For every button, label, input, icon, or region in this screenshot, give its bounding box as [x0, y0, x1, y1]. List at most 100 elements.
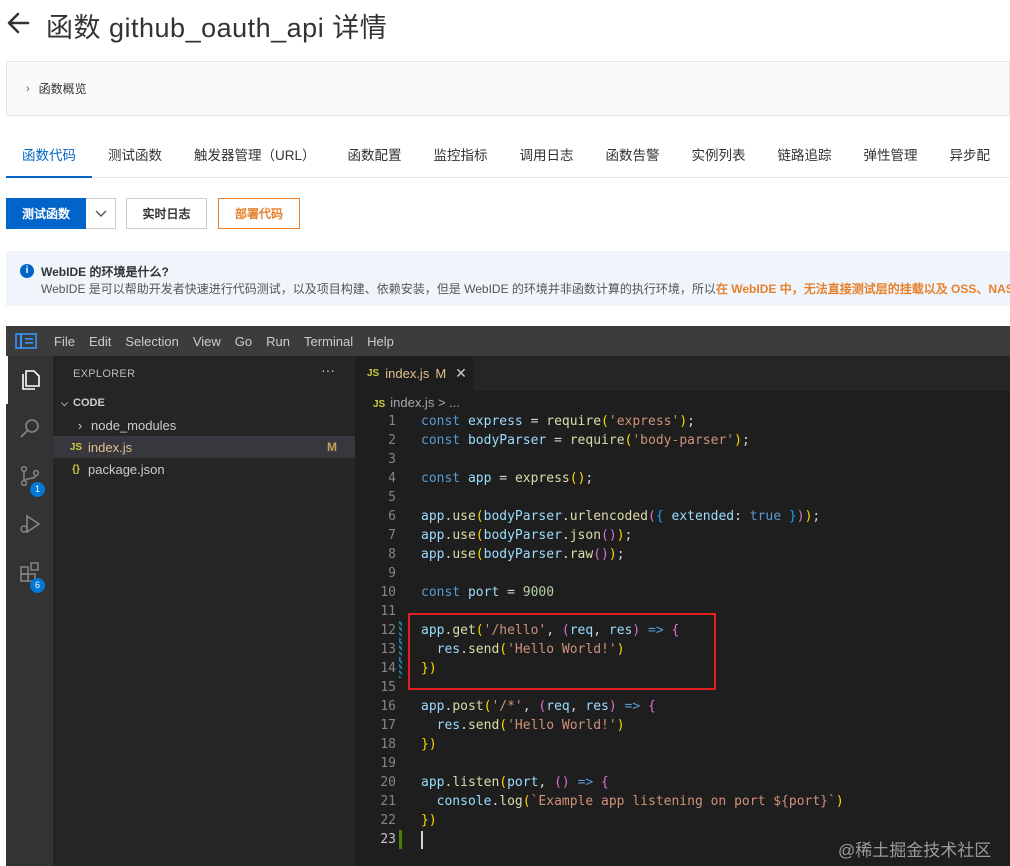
chevron-down-icon — [95, 210, 106, 217]
code-area[interactable]: 1 const express = require('express'); 2 con… — [355, 412, 1010, 849]
tab-function-code[interactable]: 函数代码 — [6, 135, 92, 178]
code-line[interactable]: 3 — [355, 450, 1010, 469]
code-line[interactable]: 1 const express = require('express'); — [355, 412, 1010, 431]
source-control-activity[interactable]: 1 — [6, 452, 53, 500]
code-line[interactable]: 9 — [355, 564, 1010, 583]
code-line[interactable]: 19 — [355, 754, 1010, 773]
line-number: 22 — [380, 813, 396, 828]
deploy-code-button[interactable]: 部署代码 — [218, 198, 300, 229]
overview-panel[interactable]: › 函数概览 — [6, 61, 1010, 116]
tree-item-package-json[interactable]: {} package.json — [53, 458, 355, 480]
menu-selection[interactable]: Selection — [118, 334, 185, 349]
explorer-section-code[interactable]: ⌵ CODE — [53, 392, 355, 414]
more-actions-icon[interactable]: ··· — [321, 362, 335, 378]
js-file-icon: JS — [367, 368, 380, 379]
code-line[interactable]: 13 res.send('Hello World!') — [355, 640, 1010, 659]
line-number: 3 — [388, 452, 396, 467]
menu-file[interactable]: File — [47, 334, 82, 349]
section-label: CODE — [73, 397, 105, 409]
code-line[interactable]: 18}) — [355, 735, 1010, 754]
menu-help[interactable]: Help — [360, 334, 401, 349]
code-line[interactable]: 11 — [355, 602, 1010, 621]
tab-instances[interactable]: 实例列表 — [676, 135, 762, 178]
chevron-right-icon: › — [77, 417, 83, 433]
line-content: app.post('/*', (req, res) => { — [421, 699, 656, 714]
code-line[interactable]: 22}) — [355, 811, 1010, 830]
tab-async-config[interactable]: 异步配 — [934, 135, 1007, 178]
tree-item-index-js[interactable]: JS index.js M — [53, 436, 355, 458]
chevron-right-icon: › — [26, 82, 30, 95]
overview-label: 函数概览 — [38, 82, 87, 96]
code-editor: JS index.js M ✕ JS index.js > ... 1 const … — [355, 356, 1010, 866]
menu-go[interactable]: Go — [228, 334, 259, 349]
tree-item-node-modules[interactable]: › node_modules — [53, 414, 355, 436]
menu-terminal[interactable]: Terminal — [297, 334, 360, 349]
line-content: res.send('Hello World!') — [436, 642, 625, 657]
line-content: app.get('/hello', (req, res) => { — [421, 623, 680, 638]
code-line[interactable]: 6 app.use(bodyParser.urlencoded({ extende… — [355, 507, 1010, 526]
editor-tab-index-js[interactable]: JS index.js M ✕ — [355, 356, 473, 391]
json-file-icon: {} — [72, 463, 80, 475]
line-content: app.use(bodyParser.json()); — [421, 528, 633, 543]
tab-scaling[interactable]: 弹性管理 — [848, 135, 934, 178]
line-number: 2 — [388, 433, 396, 448]
line-number: 13 — [380, 642, 396, 657]
action-buttons: 测试函数 实时日志 部署代码 — [6, 198, 300, 230]
info-icon: i — [20, 264, 34, 278]
tab-function-config[interactable]: 函数配置 — [332, 135, 418, 178]
line-content: }) — [421, 813, 437, 828]
extensions-activity[interactable]: 6 — [6, 548, 53, 596]
menu-run[interactable]: Run — [259, 334, 297, 349]
code-line[interactable]: 15 — [355, 678, 1010, 697]
line-number: 6 — [388, 509, 396, 524]
tab-alerts[interactable]: 函数告警 — [590, 135, 676, 178]
realtime-logs-button[interactable]: 实时日志 — [126, 198, 207, 229]
test-options-dropdown[interactable] — [86, 198, 116, 229]
tab-metrics[interactable]: 监控指标 — [418, 135, 504, 178]
line-content: res.send('Hello World!') — [436, 718, 625, 733]
run-debug-activity[interactable] — [6, 500, 53, 548]
explorer-activity[interactable] — [6, 356, 53, 404]
tab-triggers[interactable]: 触发器管理（URL） — [178, 135, 332, 178]
code-line[interactable]: 10 const port = 9000 — [355, 583, 1010, 602]
line-number: 11 — [380, 604, 396, 619]
line-number: 4 — [388, 471, 396, 486]
editor-tabbar: JS index.js M ✕ — [355, 356, 1010, 391]
info-text: WebIDE 是可以帮助开发者快速进行代码测试，以及项目构建、依赖安装，但是 W… — [41, 280, 1010, 297]
code-line[interactable]: 8 app.use(bodyParser.raw()); — [355, 545, 1010, 564]
close-icon[interactable]: ✕ — [455, 365, 467, 382]
code-line[interactable]: 21 console.log(`Example app listening on… — [355, 792, 1010, 811]
editor-tab-label: index.js — [385, 366, 430, 381]
watermark: @稀土掘金技术社区 — [838, 841, 992, 860]
ide-logo-icon — [15, 333, 37, 349]
source-control-badge: 1 — [30, 482, 45, 497]
test-function-button[interactable]: 测试函数 — [6, 198, 86, 229]
tab-invocation-logs[interactable]: 调用日志 — [504, 135, 590, 178]
line-content: app.use(bodyParser.raw()); — [421, 547, 625, 562]
files-icon — [21, 370, 40, 390]
line-number: 18 — [380, 737, 396, 752]
tab-test-function[interactable]: 测试函数 — [92, 135, 178, 178]
search-icon — [19, 419, 39, 438]
code-line[interactable]: 4 const app = express(); — [355, 469, 1010, 488]
code-line[interactable]: 20 app.listen(port, () => { — [355, 773, 1010, 792]
line-number: 5 — [388, 490, 396, 505]
search-activity[interactable] — [6, 404, 53, 452]
function-tabs: 函数代码 测试函数 触发器管理（URL） 函数配置 监控指标 调用日志 函数告警… — [6, 135, 1010, 178]
menu-view[interactable]: View — [186, 334, 228, 349]
breadcrumb-file[interactable]: index.js — [390, 395, 434, 410]
menu-edit[interactable]: Edit — [82, 334, 118, 349]
back-arrow-icon[interactable] — [4, 8, 34, 38]
code-line[interactable]: 7 app.use(bodyParser.json()); — [355, 526, 1010, 545]
info-banner: i WebIDE 的环境是什么? WebIDE 是可以帮助开发者快速进行代码测试… — [6, 251, 1010, 306]
added-gutter-mark — [399, 830, 402, 849]
modified-badge: M — [327, 440, 337, 454]
tab-tracing[interactable]: 链路追踪 — [762, 135, 848, 178]
code-line[interactable]: 2 const bodyParser = require('body-parser… — [355, 431, 1010, 450]
code-line[interactable]: 12 app.get('/hello', (req, res) => { — [355, 621, 1010, 640]
code-line[interactable]: 17 res.send('Hello World!') — [355, 716, 1010, 735]
breadcrumb-more[interactable]: ... — [449, 395, 460, 410]
code-line[interactable]: 16 app.post('/*', (req, res) => { — [355, 697, 1010, 716]
code-line[interactable]: 5 — [355, 488, 1010, 507]
code-line[interactable]: 14}) — [355, 659, 1010, 678]
